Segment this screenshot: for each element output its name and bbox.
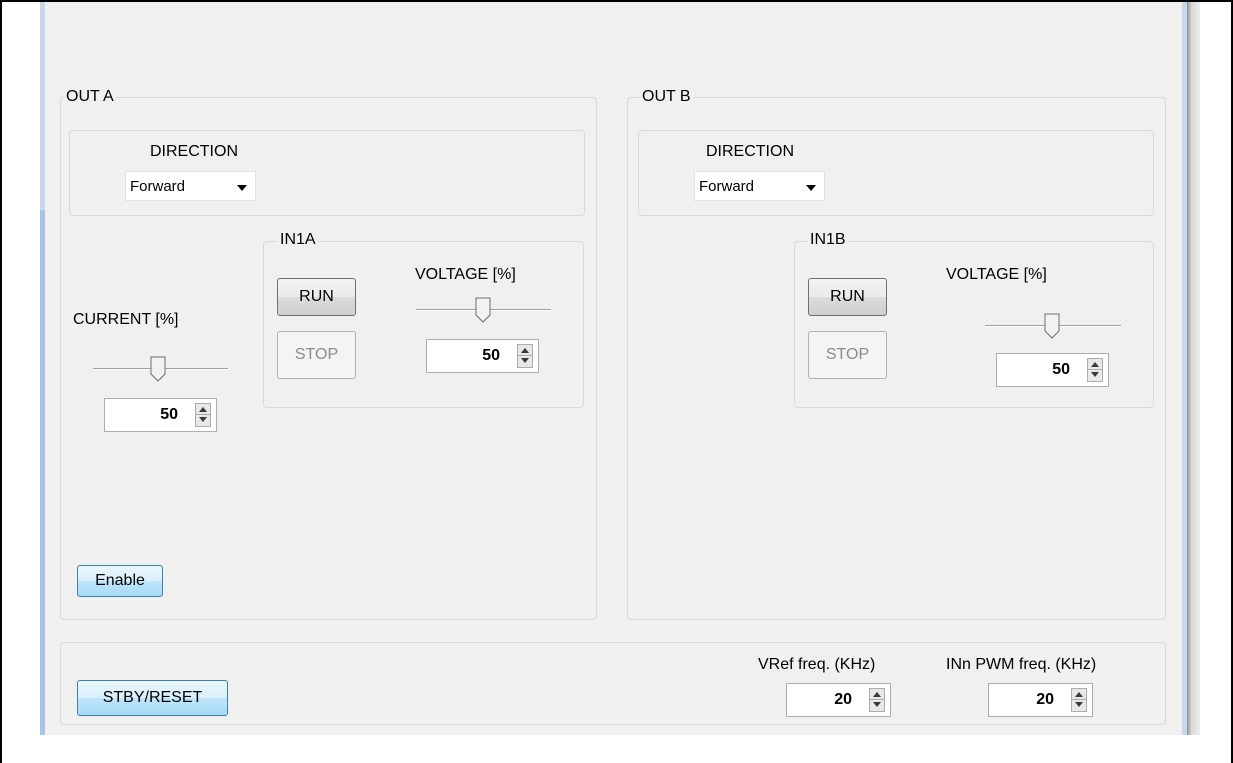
pwm-freq-spinbox[interactable]: 20 xyxy=(988,683,1093,717)
in1a-title: IN1A xyxy=(278,231,318,249)
out-a-title: OUT A xyxy=(64,88,116,106)
spinner-arrows-icon[interactable] xyxy=(869,688,885,712)
in1b-voltage-slider-thumb[interactable] xyxy=(1044,313,1060,339)
window-right-edge xyxy=(1187,2,1200,735)
out-a-current-value: 50 xyxy=(160,406,178,423)
out-b-title: OUT B xyxy=(640,88,693,106)
vref-freq-value: 20 xyxy=(834,691,852,708)
in1a-voltage-label: VOLTAGE [%] xyxy=(415,266,516,283)
left-scroll-stripe xyxy=(40,210,45,735)
in1a-run-button[interactable]: RUN xyxy=(277,278,356,316)
out-a-current-label: CURRENT [%] xyxy=(73,311,179,328)
in1a-voltage-slider-thumb[interactable] xyxy=(475,297,491,323)
in1b-stop-button[interactable]: STOP xyxy=(808,331,887,379)
pwm-freq-label: INn PWM freq. (KHz) xyxy=(946,656,1097,673)
out-a-current-spinbox[interactable]: 50 xyxy=(104,398,217,432)
vref-freq-spinbox[interactable]: 20 xyxy=(786,683,891,717)
chevron-down-icon xyxy=(806,185,816,191)
in1b-voltage-label: VOLTAGE [%] xyxy=(946,266,1047,283)
in1b-run-button[interactable]: RUN xyxy=(808,278,887,316)
enable-button[interactable]: Enable xyxy=(77,565,163,597)
spinner-arrows-icon[interactable] xyxy=(1071,688,1087,712)
in1a-stop-button[interactable]: STOP xyxy=(277,331,356,379)
out-b-direction-select[interactable]: Forward xyxy=(694,171,825,201)
in1a-voltage-spinbox[interactable]: 50 xyxy=(426,339,539,373)
out-a-current-slider-thumb[interactable] xyxy=(150,356,166,382)
window-border-left xyxy=(0,0,2,763)
chevron-down-icon xyxy=(237,185,247,191)
in1b-voltage-spinbox[interactable]: 50 xyxy=(996,353,1109,387)
vref-freq-label: VRef freq. (KHz) xyxy=(758,656,876,673)
out-a-direction-value: Forward xyxy=(130,178,186,195)
out-a-direction-select[interactable]: Forward xyxy=(125,171,256,201)
out-a-direction-label: DIRECTION xyxy=(150,143,238,160)
stby-reset-button[interactable]: STBY/RESET xyxy=(77,680,228,716)
pwm-freq-value: 20 xyxy=(1036,691,1054,708)
out-b-direction-label: DIRECTION xyxy=(706,143,794,160)
in1b-voltage-value: 50 xyxy=(1052,361,1070,378)
spinner-arrows-icon[interactable] xyxy=(195,403,211,427)
in1a-voltage-value: 50 xyxy=(482,347,500,364)
out-b-direction-value: Forward xyxy=(699,178,755,195)
in1b-title: IN1B xyxy=(808,231,848,249)
spinner-arrows-icon[interactable] xyxy=(517,344,533,368)
spinner-arrows-icon[interactable] xyxy=(1087,358,1103,382)
